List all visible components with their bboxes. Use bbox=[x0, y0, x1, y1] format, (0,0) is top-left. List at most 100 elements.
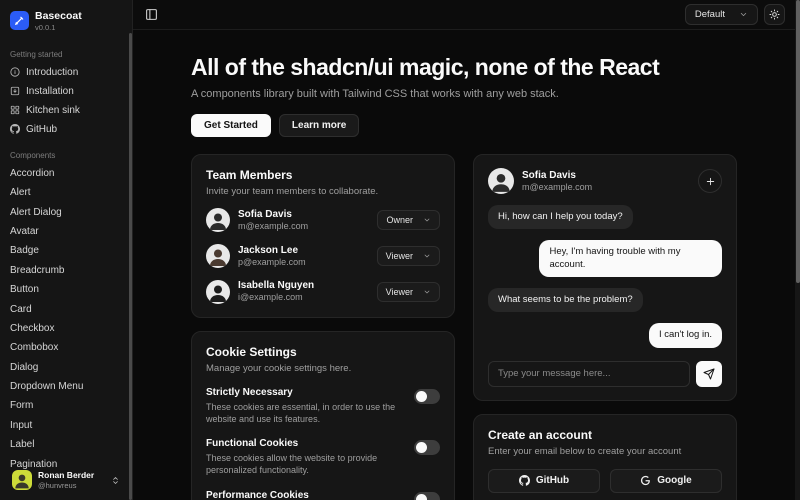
member-role-select[interactable]: Viewer bbox=[377, 282, 440, 302]
member-role-value: Viewer bbox=[386, 287, 413, 297]
strictly-necessary-switch[interactable] bbox=[414, 389, 440, 404]
member-email: m@example.com bbox=[238, 221, 308, 233]
sidebar-item-label: Avatar bbox=[10, 226, 39, 237]
dark-mode-toggle-button[interactable] bbox=[764, 4, 785, 25]
sidebar-item-github[interactable]: GitHub bbox=[10, 120, 122, 139]
chat-message-sent: Hey, I'm having trouble with my account. bbox=[539, 240, 722, 277]
member-email: p@example.com bbox=[238, 257, 306, 269]
chat-user-avatar bbox=[488, 168, 514, 194]
send-message-button[interactable] bbox=[696, 361, 722, 387]
github-icon bbox=[10, 124, 20, 134]
main-content: All of the shadcn/ui magic, none of the … bbox=[133, 30, 795, 500]
sidebar-user-menu[interactable]: Ronan Berder @hunvreus bbox=[8, 467, 124, 493]
member-avatar bbox=[206, 244, 230, 268]
page-title: All of the shadcn/ui magic, none of the … bbox=[191, 54, 737, 81]
chevron-down-icon bbox=[423, 288, 431, 296]
member-role-select[interactable]: Owner bbox=[377, 210, 440, 230]
cookie-option-title: Functional Cookies bbox=[206, 438, 404, 449]
chat-user-name: Sofia Davis bbox=[522, 169, 592, 182]
chat-message-received: What seems to be the problem? bbox=[488, 288, 643, 312]
member-role-value: Viewer bbox=[386, 251, 413, 261]
get-started-button[interactable]: Get Started bbox=[191, 114, 271, 137]
sidebar-item-label[interactable]: Label bbox=[10, 435, 122, 454]
section-label-getting-started: Getting started bbox=[10, 50, 122, 59]
sidebar-item-dropdown-menu[interactable]: Dropdown Menu bbox=[10, 377, 122, 396]
send-icon bbox=[703, 368, 715, 380]
sidebar-item-alert[interactable]: Alert bbox=[10, 183, 122, 202]
theme-style-select[interactable]: Default bbox=[685, 4, 758, 25]
user-name: Ronan Berder bbox=[38, 470, 94, 481]
sidebar-item-introduction[interactable]: Introduction bbox=[10, 63, 122, 82]
sidebar-item-combobox[interactable]: Combobox bbox=[10, 338, 122, 357]
sidebar-item-label: GitHub bbox=[26, 124, 57, 135]
sun-icon bbox=[769, 9, 780, 20]
sidebar-item-label: Card bbox=[10, 304, 32, 315]
sidebar-item-badge[interactable]: Badge bbox=[10, 241, 122, 260]
card-title: Create an account bbox=[488, 428, 722, 442]
topbar: Default bbox=[133, 0, 795, 30]
card-title: Team Members bbox=[206, 168, 440, 182]
chat-card: Sofia Davis m@example.com Hi, how can I … bbox=[473, 154, 737, 401]
sidebar-item-button[interactable]: Button bbox=[10, 280, 122, 299]
chat-message-input[interactable] bbox=[488, 361, 690, 387]
sidebar-item-label: Badge bbox=[10, 245, 39, 256]
google-signup-button[interactable]: Google bbox=[610, 469, 722, 493]
google-button-label: Google bbox=[657, 475, 691, 486]
sidebar-item-label: Dropdown Menu bbox=[10, 381, 83, 392]
member-email: i@example.com bbox=[238, 292, 314, 304]
member-avatar bbox=[206, 208, 230, 232]
page-subtitle: A components library built with Tailwind… bbox=[191, 88, 737, 100]
cookie-option-description: These cookies are essential, in order to… bbox=[206, 401, 404, 425]
sidebar-item-kitchen-sink[interactable]: Kitchen sink bbox=[10, 101, 122, 120]
cookie-option-title: Performance Cookies bbox=[206, 490, 404, 500]
section-label-components: Components bbox=[10, 151, 122, 160]
cookie-option-row: Performance Cookies These cookies help t… bbox=[206, 490, 440, 500]
performance-cookies-switch[interactable] bbox=[414, 492, 440, 500]
sidebar-scrollbar[interactable] bbox=[129, 33, 132, 500]
functional-cookies-switch[interactable] bbox=[414, 440, 440, 455]
cookie-option-row: Strictly Necessary These cookies are ess… bbox=[206, 387, 440, 425]
brand-version: v0.0.1 bbox=[35, 23, 82, 32]
info-icon bbox=[10, 67, 20, 77]
sidebar-item-input[interactable]: Input bbox=[10, 416, 122, 435]
window-scrollbar-thumb[interactable] bbox=[796, 0, 800, 283]
sidebar: Basecoat v0.0.1 Getting started Introduc… bbox=[0, 0, 133, 500]
sidebar-item-dialog[interactable]: Dialog bbox=[10, 358, 122, 377]
github-icon bbox=[519, 475, 530, 486]
window-scrollbar-track[interactable] bbox=[795, 0, 800, 500]
sidebar-item-label: Introduction bbox=[26, 67, 78, 78]
chevrons-up-down-icon bbox=[111, 476, 120, 485]
sidebar-item-label: Accordion bbox=[10, 168, 54, 179]
chevron-down-icon bbox=[739, 10, 748, 19]
new-message-button[interactable] bbox=[698, 169, 722, 193]
chat-message-received: Hi, how can I help you today? bbox=[488, 205, 633, 229]
member-role-select[interactable]: Viewer bbox=[377, 246, 440, 266]
sidebar-item-label: Installation bbox=[26, 86, 74, 97]
sidebar-item-card[interactable]: Card bbox=[10, 299, 122, 318]
user-handle: @hunvreus bbox=[38, 481, 94, 490]
member-avatar bbox=[206, 280, 230, 304]
sidebar-item-label: Form bbox=[10, 400, 33, 411]
install-icon bbox=[10, 86, 20, 96]
sidebar-item-label: Input bbox=[10, 420, 32, 431]
sidebar-item-label: Label bbox=[10, 439, 34, 450]
github-signup-button[interactable]: GitHub bbox=[488, 469, 600, 493]
learn-more-button[interactable]: Learn more bbox=[279, 114, 359, 137]
sidebar-item-installation[interactable]: Installation bbox=[10, 82, 122, 101]
cookie-option-description: These cookies allow the website to provi… bbox=[206, 452, 404, 476]
theme-style-value: Default bbox=[695, 9, 725, 20]
sidebar-item-accordion[interactable]: Accordion bbox=[10, 164, 122, 183]
brand[interactable]: Basecoat v0.0.1 bbox=[10, 8, 122, 38]
brand-name: Basecoat bbox=[35, 10, 82, 23]
sidebar-item-alert-dialog[interactable]: Alert Dialog bbox=[10, 202, 122, 221]
sidebar-item-avatar[interactable]: Avatar bbox=[10, 222, 122, 241]
card-title: Cookie Settings bbox=[206, 345, 440, 359]
team-member-row: Isabella Nguyen i@example.com Viewer bbox=[206, 279, 440, 304]
cookie-option-row: Functional Cookies These cookies allow t… bbox=[206, 438, 440, 476]
sidebar-toggle-button[interactable] bbox=[143, 6, 160, 23]
sidebar-item-checkbox[interactable]: Checkbox bbox=[10, 319, 122, 338]
chat-header: Sofia Davis m@example.com bbox=[488, 168, 722, 194]
sidebar-item-breadcrumb[interactable]: Breadcrumb bbox=[10, 261, 122, 280]
sidebar-item-form[interactable]: Form bbox=[10, 396, 122, 415]
sidebar-item-label: Combobox bbox=[10, 342, 58, 353]
